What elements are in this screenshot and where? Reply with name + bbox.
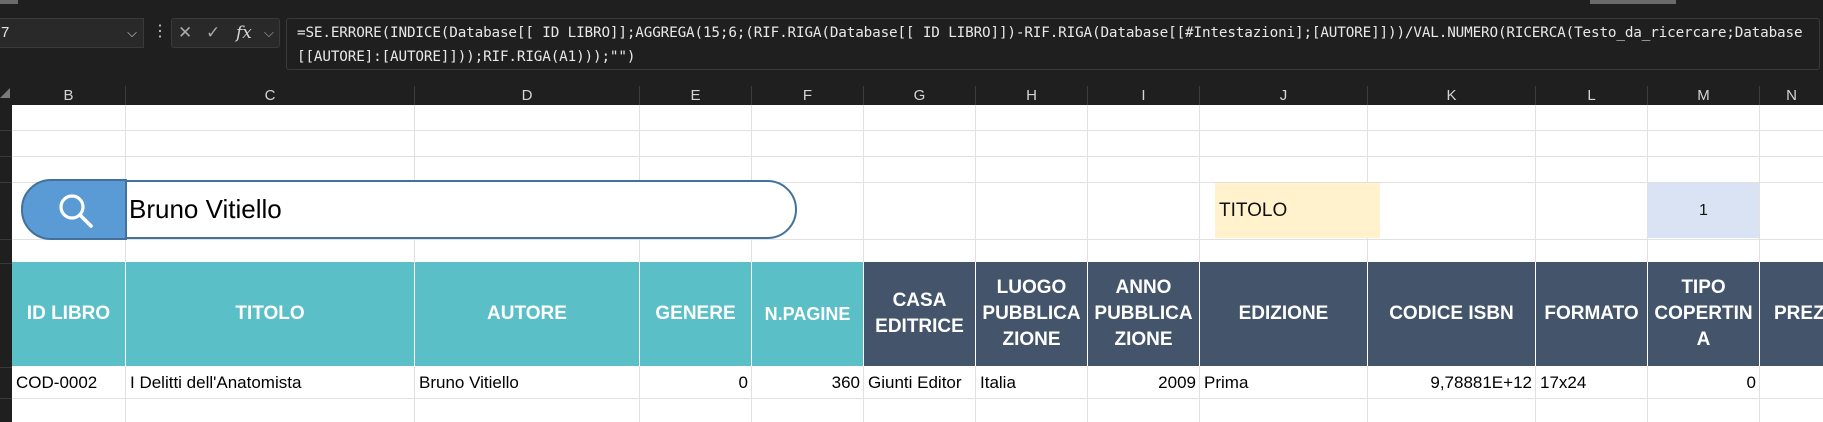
table-cell-codice-isbn[interactable]: 9,78881E+12 [1368, 368, 1536, 398]
table-cell-titolo[interactable]: I Delitti dell'Anatomista [126, 368, 415, 398]
search-input-value: Bruno Vitiello [129, 194, 282, 224]
search-icon [59, 194, 93, 228]
column-header-m[interactable]: M [1648, 86, 1760, 105]
column-header-n[interactable]: N [1760, 86, 1823, 105]
header-line: LUOGO [996, 277, 1067, 298]
name-box[interactable]: 7 ⌵ [0, 18, 144, 48]
table-header-luogo-pubblicazione[interactable]: LUOGO PUBBLICA ZIONE [976, 262, 1088, 366]
row-divider [0, 263, 12, 264]
header-line: ID LIBRO [26, 303, 111, 324]
table-header-n-pagine[interactable]: N.PAGINE [752, 262, 864, 366]
worksheet-grid[interactable]: TITOLO 1 Bruno Vitiello ID LIBRO TITOLO … [12, 105, 1823, 422]
table-header-genere[interactable]: GENERE [640, 262, 752, 366]
column-header-i[interactable]: I [1088, 86, 1200, 105]
row-divider [0, 156, 12, 157]
column-header-j[interactable]: J [1200, 86, 1368, 105]
table-cell-genere[interactable]: 0 [640, 368, 752, 398]
header-line: TIPO [1681, 277, 1726, 298]
column-header-g[interactable]: G [864, 86, 976, 105]
table-header-titolo[interactable]: TITOLO [126, 262, 415, 366]
table-cell-autore[interactable]: Bruno Vitiello [415, 368, 640, 398]
table-cell-formato[interactable]: 17x24 [1536, 368, 1648, 398]
row-divider [0, 182, 12, 183]
column-header-h[interactable]: H [976, 86, 1088, 105]
table-header-tipo-copertina[interactable]: TIPO COPERTIN A [1648, 262, 1760, 366]
header-line: A [1696, 329, 1711, 350]
gridline [12, 398, 1823, 399]
header-line: PUBBLICA [982, 303, 1081, 324]
column-headers: B C D E F G H I J K L M N [0, 86, 1823, 105]
table-cell-prezzo[interactable] [1760, 368, 1823, 398]
formula-buttons: ✕ ✓ fx ⌵ [171, 18, 280, 48]
header-line: PREZ [1774, 303, 1823, 324]
select-all-icon[interactable] [0, 88, 10, 98]
cancel-icon[interactable]: ✕ [178, 19, 192, 47]
table-cell-n-pagine[interactable]: 360 [752, 368, 864, 398]
row-divider [0, 130, 12, 131]
table-header-id-libro[interactable]: ID LIBRO [12, 262, 126, 366]
table-header-codice-isbn[interactable]: CODICE ISBN [1368, 262, 1536, 366]
table-header-anno-pubblicazione[interactable]: ANNO PUBBLICA ZIONE [1088, 262, 1200, 366]
table-header-formato[interactable]: FORMATO [1536, 262, 1648, 366]
column-header-d[interactable]: D [415, 86, 640, 105]
table-cell-id-libro[interactable]: COD-0002 [12, 368, 126, 398]
header-line: AUTORE [487, 303, 567, 324]
chevron-down-icon[interactable]: ⌵ [264, 19, 274, 47]
row-headers [0, 105, 12, 422]
column-header-l[interactable]: L [1536, 86, 1648, 105]
result-counter-cell[interactable]: 1 [1648, 183, 1759, 238]
name-box-value: 7 [1, 24, 10, 41]
ribbon-edge [1590, 0, 1676, 4]
formula-input[interactable]: =SE.ERRORE(INDICE(Database[[ ID LIBRO]];… [286, 18, 1820, 70]
header-line: N.PAGINE [764, 304, 851, 324]
search-control: Bruno Vitiello [21, 179, 797, 240]
formula-bar: 7 ⌵ ⋮ ✕ ✓ fx ⌵ =SE.ERRORE(INDICE(Databas… [0, 0, 1823, 86]
search-button[interactable] [21, 179, 127, 240]
header-line: PUBBLICA [1094, 303, 1193, 324]
enter-icon[interactable]: ✓ [206, 19, 220, 47]
column-header-k[interactable]: K [1368, 86, 1536, 105]
table-cell-edizione[interactable]: Prima [1200, 368, 1368, 398]
header-line: ANNO [1115, 277, 1172, 298]
row-divider [0, 367, 12, 368]
ribbon-edge [0, 0, 18, 4]
gridline [12, 156, 1823, 157]
more-options-icon[interactable]: ⋮ [152, 18, 168, 48]
header-line: GENERE [655, 303, 736, 324]
header-line: EDITRICE [875, 316, 964, 337]
column-header-f[interactable]: F [752, 86, 864, 105]
insert-function-icon[interactable]: fx [236, 19, 252, 47]
table-header-prezzo[interactable]: PREZ [1760, 262, 1823, 366]
header-line: FORMATO [1544, 303, 1639, 324]
row-divider [0, 239, 12, 240]
header-line: COPERTIN [1654, 303, 1753, 324]
header-line: CASA [892, 290, 947, 311]
column-header-c[interactable]: C [126, 86, 415, 105]
search-field-label-cell[interactable]: TITOLO [1215, 183, 1380, 238]
row-divider [0, 398, 12, 399]
column-header-e[interactable]: E [640, 86, 752, 105]
header-line: ZIONE [1114, 329, 1173, 350]
table-header-edizione[interactable]: EDIZIONE [1200, 262, 1368, 366]
header-line: TITOLO [235, 303, 305, 324]
table-header-casa-editrice[interactable]: CASA EDITRICE [864, 262, 976, 366]
table-cell-luogo-pubblicazione[interactable]: Italia [976, 368, 1088, 398]
header-line: EDIZIONE [1238, 303, 1329, 324]
table-header-autore[interactable]: AUTORE [415, 262, 640, 366]
gridline [12, 130, 1823, 131]
column-header-b[interactable]: B [12, 86, 126, 105]
search-input[interactable]: Bruno Vitiello [117, 180, 797, 239]
chevron-down-icon[interactable]: ⌵ [127, 19, 137, 47]
table-cell-tipo-copertina[interactable]: 0 [1648, 368, 1760, 398]
header-line: CODICE ISBN [1389, 303, 1514, 324]
table-cell-anno-pubblicazione[interactable]: 2009 [1088, 368, 1200, 398]
table-cell-casa-editrice[interactable]: Giunti Editor [864, 368, 976, 398]
header-line: ZIONE [1002, 329, 1061, 350]
